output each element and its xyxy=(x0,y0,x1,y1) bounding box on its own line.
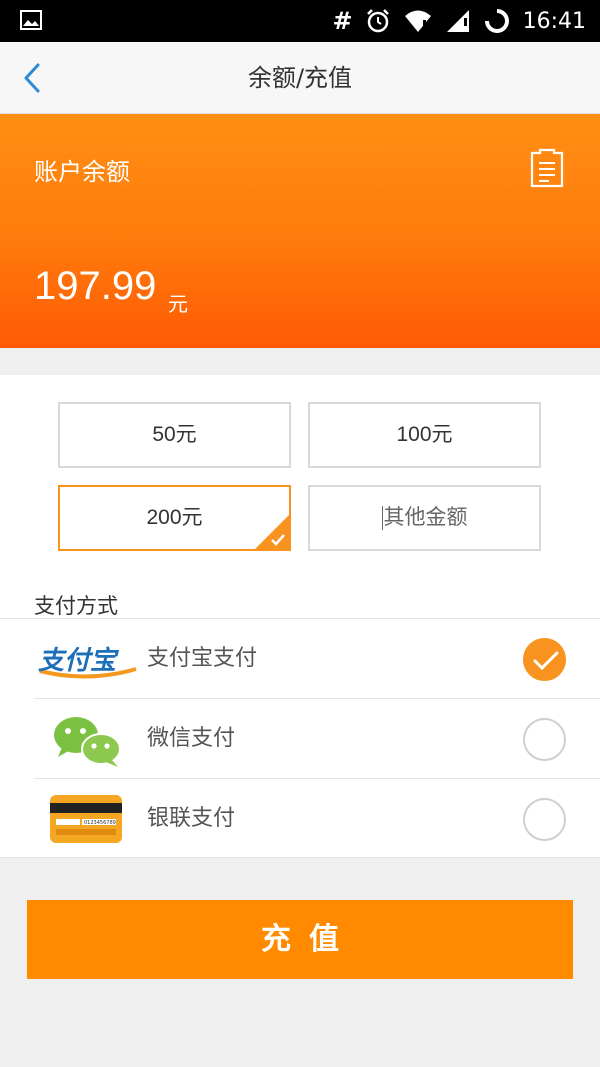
text-cursor xyxy=(381,506,383,531)
hash-indicator: # xyxy=(332,7,353,35)
wechat-icon xyxy=(54,717,121,767)
clock: 16:41 xyxy=(522,8,586,34)
amount-option-50[interactable]: 50元 xyxy=(58,402,291,468)
payment-section-title: 支付方式 xyxy=(34,594,118,618)
balance-amount: 197.99 xyxy=(34,264,157,308)
alipay-logo-text: 支付宝 xyxy=(38,646,120,676)
payment-method-wechat[interactable]: 微信支付 xyxy=(0,699,600,779)
balance-label: 账户余额 xyxy=(34,158,130,186)
balance-card: 账户余额 197.99 元 xyxy=(0,114,600,348)
status-bar: # 16:41 xyxy=(0,0,600,42)
nav-bar: 余额/充值 xyxy=(0,42,600,114)
page-title: 余额/充值 xyxy=(247,64,353,92)
payment-method-alipay[interactable]: 支付宝 支付宝支付 xyxy=(0,619,600,699)
alipay-icon: 支付宝 xyxy=(38,646,137,679)
balance-unit: 元 xyxy=(168,292,188,316)
other-amount-placeholder: 其他金额 xyxy=(383,506,468,529)
alarm-icon xyxy=(366,9,389,33)
other-amount-input[interactable]: 其他金额 xyxy=(308,485,541,551)
amount-section: 50元 100元 200元 其他金额 支付方式 xyxy=(0,375,600,618)
payment-method-label: 支付宝支付 xyxy=(147,646,258,671)
amount-option-200[interactable]: 200元 xyxy=(58,485,291,551)
radio-selected[interactable] xyxy=(523,638,566,681)
signal-icon xyxy=(446,10,469,32)
bill-icon[interactable] xyxy=(530,148,564,188)
payment-method-unionpay[interactable]: 0123456789 银联支付 xyxy=(0,779,600,859)
amount-option-label: 200元 xyxy=(146,506,203,529)
check-icon xyxy=(271,534,285,546)
amount-option-100[interactable]: 100元 xyxy=(308,402,541,468)
payment-method-list: 支付宝 支付宝支付 微信支付 0123456789 银联支付 xyxy=(0,618,600,858)
radio-unselected[interactable] xyxy=(523,798,566,841)
unionpay-card-icon: 0123456789 xyxy=(50,795,122,843)
payment-method-label: 银联支付 xyxy=(147,806,236,831)
battery-icon xyxy=(484,8,509,33)
recharge-button[interactable]: 充值 xyxy=(27,900,573,979)
radio-unselected[interactable] xyxy=(523,718,566,761)
check-icon xyxy=(533,651,559,671)
card-number: 0123456789 xyxy=(84,820,116,826)
wifi-icon xyxy=(404,10,431,32)
payment-method-label: 微信支付 xyxy=(147,726,236,751)
image-icon xyxy=(20,10,42,30)
